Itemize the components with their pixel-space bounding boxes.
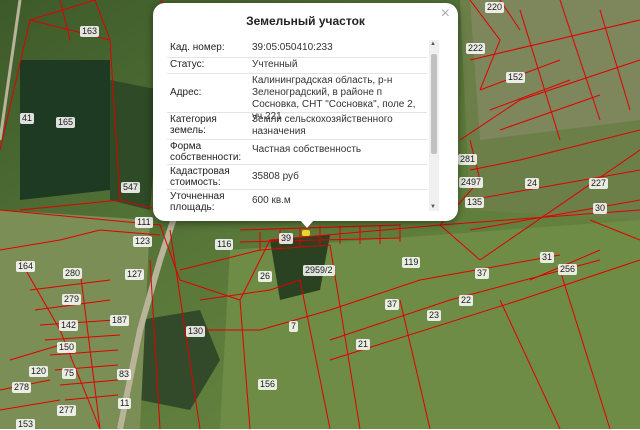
plot-label: 279	[62, 294, 82, 305]
plot-label: 165	[56, 117, 76, 128]
plot-label: 116	[215, 239, 234, 250]
detail-row: Статус: Учтенный	[167, 57, 427, 74]
plot-label: 23	[427, 310, 442, 321]
detail-key: Форма собственности:	[170, 141, 242, 163]
plot-label: 130	[186, 326, 206, 337]
detail-value: 35808 руб	[252, 171, 299, 182]
plot-label: 277	[57, 405, 77, 416]
plot-label: 123	[133, 236, 153, 247]
plot-label: 135	[465, 197, 485, 208]
plot-label: 278	[12, 382, 32, 393]
plot-label: 7	[289, 321, 299, 332]
detail-key: Уточненная площадь:	[170, 191, 225, 212]
plot-label: 11	[118, 398, 132, 409]
plot-label: 37	[385, 299, 400, 310]
plot-label: 37	[475, 268, 490, 279]
popup-title: Земельный участок	[246, 14, 365, 28]
plot-label: 227	[589, 178, 609, 189]
detail-row: Категория земель: Земли сельскохозяйстве…	[167, 112, 427, 140]
detail-row: Кадастровая стоимость: 35808 руб	[167, 164, 427, 190]
scroll-up-icon[interactable]: ▲	[430, 41, 436, 47]
plot-label: 152	[506, 72, 526, 83]
scroll-down-icon[interactable]: ▼	[430, 204, 436, 210]
detail-value: 600 кв.м	[252, 195, 291, 206]
plot-label: 142	[59, 320, 79, 331]
plot-label: 2959/2	[303, 265, 335, 276]
detail-row: Кад. номер: 39:05:050410:233	[167, 40, 427, 58]
scrollbar-thumb[interactable]	[431, 54, 437, 154]
plot-label: 111	[135, 217, 153, 228]
detail-key: Адрес:	[170, 87, 202, 98]
popup-pointer	[300, 220, 314, 228]
selected-parcel-marker[interactable]	[302, 230, 310, 236]
plot-label: 75	[62, 368, 77, 379]
plot-label: 26	[258, 271, 273, 282]
detail-row: Адрес: Калининградская область, р-н Зеле…	[167, 73, 427, 122]
plot-label: 83	[117, 369, 132, 380]
popup-scrollbar[interactable]: ▲ ▼	[429, 40, 439, 211]
detail-value: Частная собственность	[252, 144, 362, 155]
plot-label: 163	[80, 26, 100, 37]
detail-value: Земли сельскохозяйственного назначения	[252, 114, 393, 137]
detail-row: Уточненная площадь: 600 кв.м	[167, 189, 427, 212]
plot-label: 281	[458, 154, 478, 165]
detail-row: Форма собственности: Частная собственнос…	[167, 139, 427, 165]
plot-label: 24	[525, 178, 540, 189]
plot-label: 156	[258, 379, 278, 390]
plot-label: 30	[593, 203, 608, 214]
detail-key: Статус:	[170, 59, 205, 70]
plot-label: 256	[558, 264, 578, 275]
plot-label: 220	[485, 2, 505, 13]
plot-label: 547	[121, 182, 141, 193]
plot-label: 187	[110, 315, 130, 326]
plot-label: 164	[16, 261, 36, 272]
plot-label: 31	[540, 252, 555, 263]
plot-label: 127	[125, 269, 145, 280]
plot-label: 21	[356, 339, 371, 350]
parcel-info-popup: × Земельный участок Кад. номер: 39:05:05…	[153, 3, 458, 228]
plot-label: 41	[20, 113, 35, 124]
plot-label: 280	[63, 268, 83, 279]
detail-value: 39:05:050410:233	[252, 42, 333, 53]
detail-key: Категория земель:	[170, 114, 217, 136]
plot-label: 153	[16, 419, 36, 430]
plot-label: 150	[57, 342, 77, 353]
plot-label: 39	[279, 233, 294, 244]
detail-key: Кадастровая стоимость:	[170, 166, 230, 188]
plot-label: 222	[466, 43, 486, 54]
detail-value: Учтенный	[252, 59, 298, 70]
parcel-details: Кад. номер: 39:05:050410:233 Статус: Учт…	[167, 40, 442, 212]
plot-label: 2497	[459, 177, 484, 188]
plot-label: 120	[29, 366, 49, 377]
plot-label: 22	[459, 295, 474, 306]
detail-key: Кад. номер:	[170, 42, 225, 53]
plot-label: 119	[402, 257, 421, 268]
